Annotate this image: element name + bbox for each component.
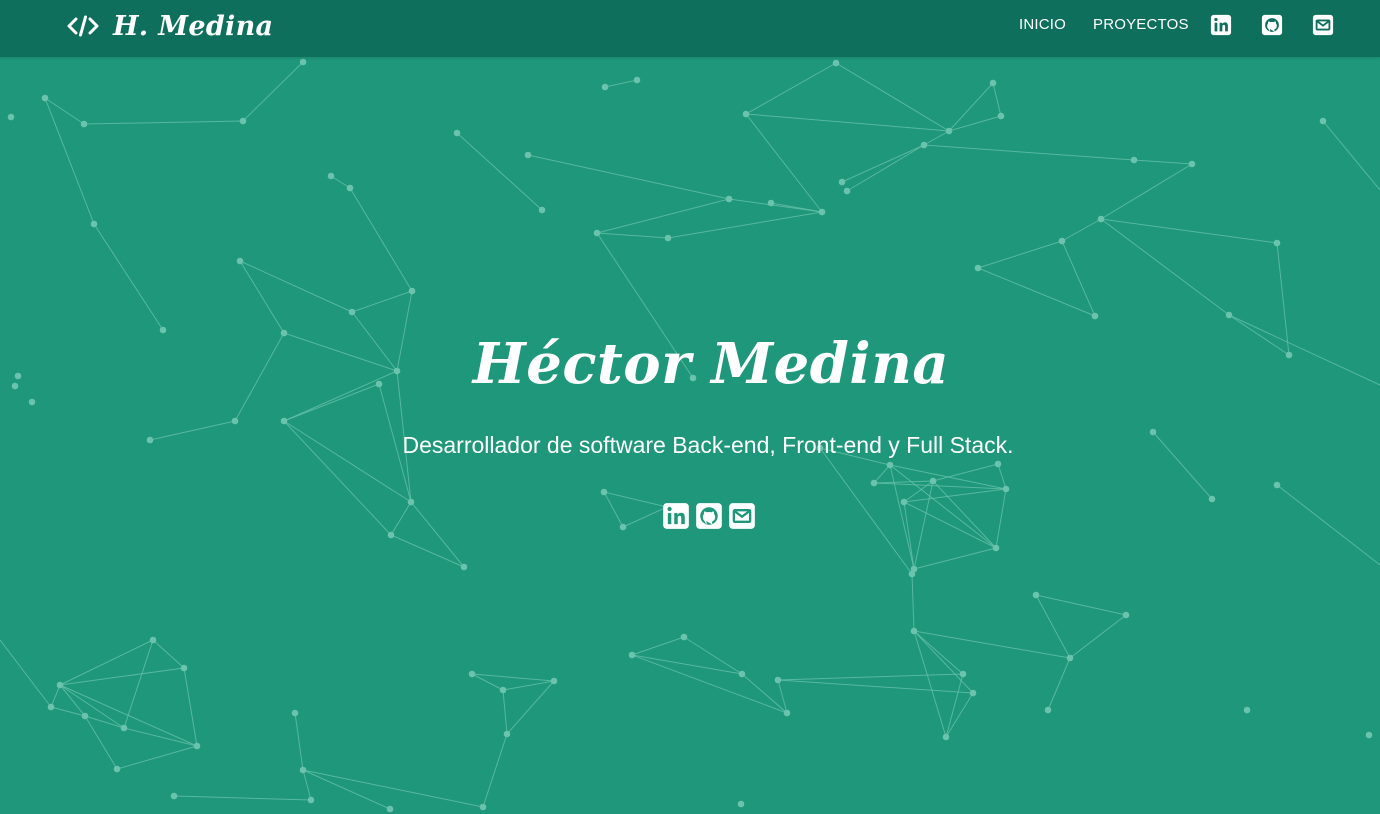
hero-social-links [662,502,756,530]
linkedin-icon[interactable] [1210,14,1232,36]
nav-link-proyectos[interactable]: PROYECTOS [1093,16,1189,33]
linkedin-icon[interactable] [662,502,690,530]
brand-logo[interactable]: H. Medina [67,0,273,52]
nav-link-inicio[interactable]: INICIO [1019,16,1066,33]
navbar: H. Medina INICIO PROYECTOS [0,0,1380,57]
hero-subtitle: Desarrollador de software Back-end, Fron… [402,432,1014,458]
envelope-icon[interactable] [1312,14,1334,36]
envelope-icon[interactable] [728,502,756,530]
code-slash-icon [67,15,99,37]
brand-name: H. Medina [113,10,274,42]
particle-network-background [0,58,1380,813]
github-icon[interactable] [1261,14,1283,36]
hero-title: Héctor Medina [472,331,950,397]
github-icon[interactable] [695,502,723,530]
